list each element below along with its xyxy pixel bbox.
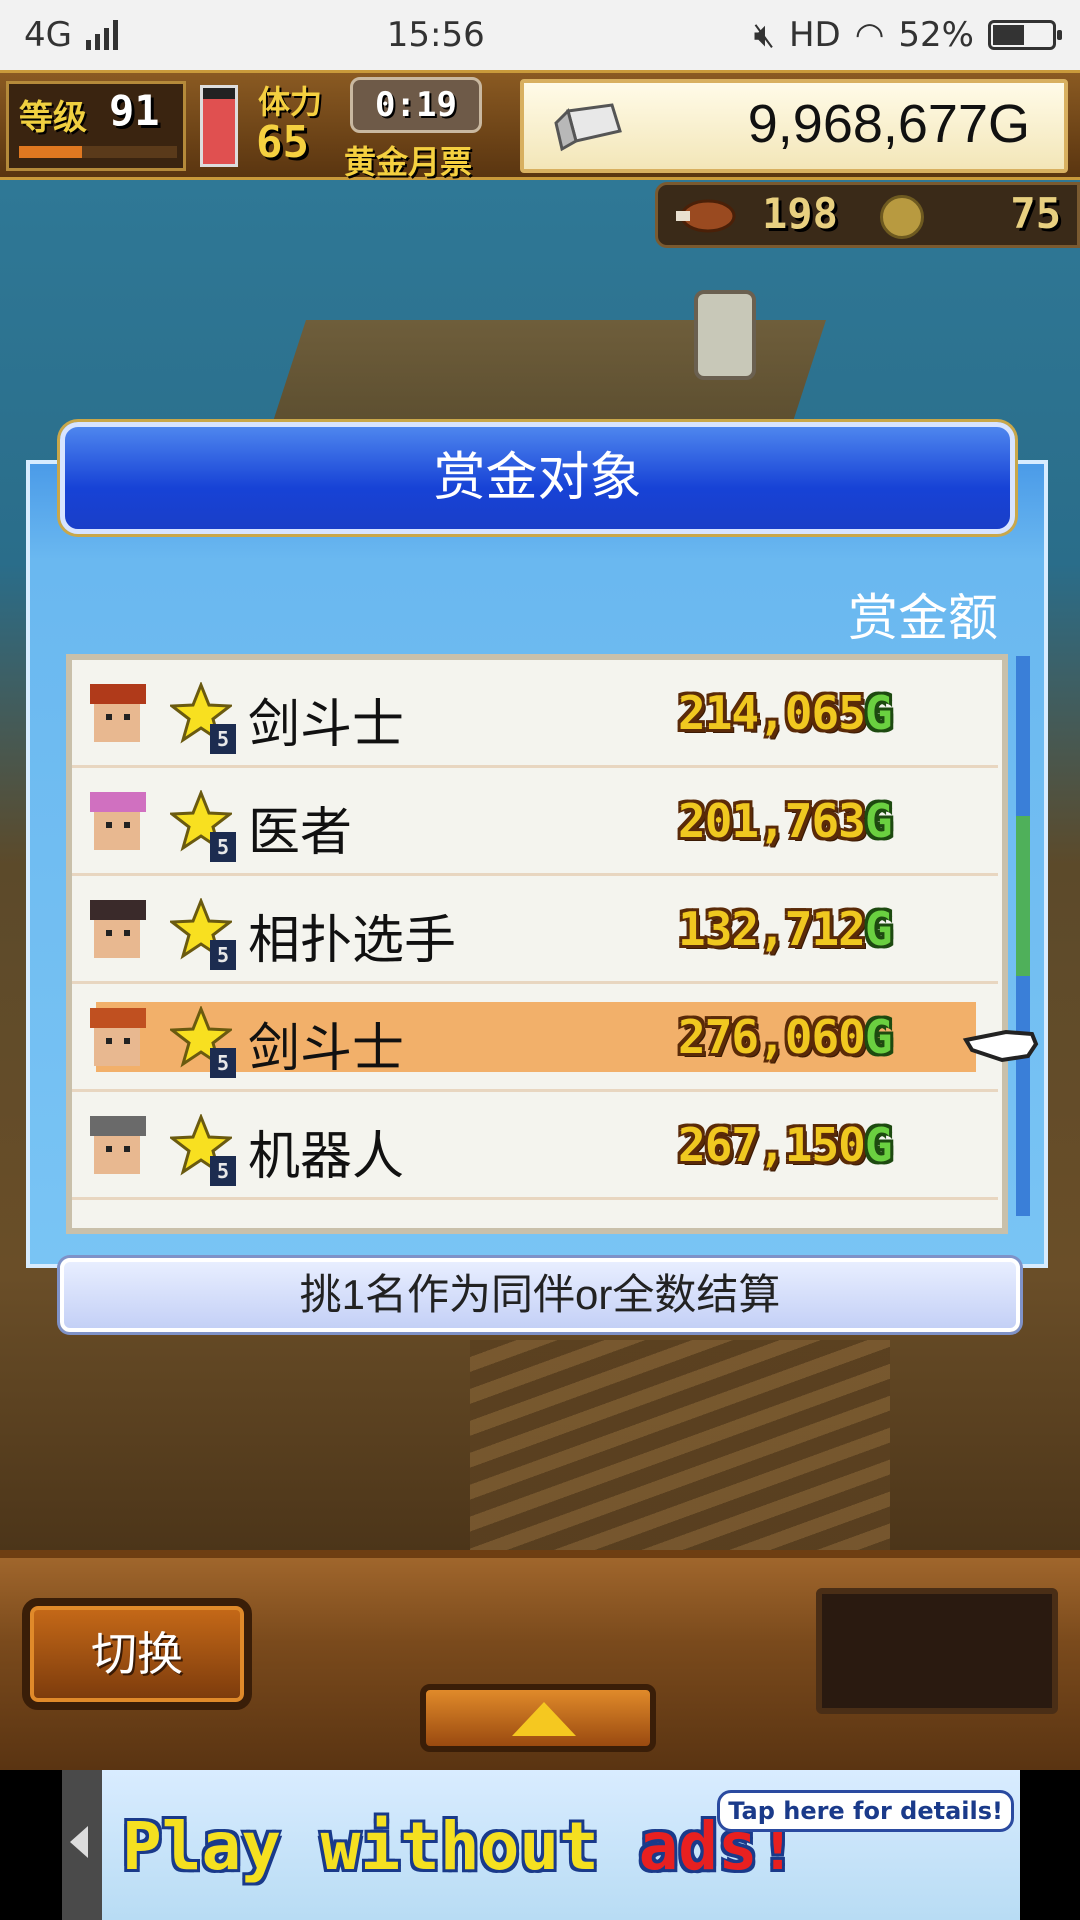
bounty-unit: G	[864, 902, 893, 956]
level-value: 91	[109, 86, 160, 135]
battery-percent: 52%	[898, 15, 974, 55]
ad-back-arrow-icon[interactable]	[70, 1826, 88, 1858]
instruction-text: 挑1名作为同伴or全数结算	[299, 1271, 781, 1318]
resource-bar: 198 75	[655, 182, 1080, 248]
character-avatar	[90, 684, 146, 742]
top-hud: 等级 91 体力 65 0:19 黄金月票 9,968,677G	[0, 70, 1080, 183]
battery-icon	[987, 20, 1062, 50]
bounty-unit: G	[864, 1010, 893, 1064]
character-avatar	[90, 792, 146, 850]
bounty-column-header: 赏金额	[848, 590, 998, 646]
bounty-value: 267,150	[678, 1118, 866, 1172]
bounty-row[interactable]: 5 剑斗士 214,065G	[72, 660, 998, 768]
clock: 15:56	[386, 15, 485, 55]
level-progress-bar	[19, 146, 177, 158]
rank-badge: 5	[210, 940, 236, 970]
wifi-icon: ◠	[854, 15, 885, 55]
gold-display: 9,968,677G	[520, 79, 1068, 173]
ad-details-bubble[interactable]: Tap here for details!	[717, 1790, 1014, 1832]
bounty-row[interactable]: 5 相扑选手 132,712G	[72, 876, 998, 984]
signal-icon	[85, 20, 118, 50]
meat-icon	[676, 199, 736, 233]
bounty-value: 214,065	[678, 686, 866, 740]
bottom-panel: 切换	[0, 1550, 1080, 1770]
mute-icon: 🔇︎	[753, 15, 775, 55]
bounty-amount: 132,712G	[678, 902, 893, 956]
ad-headline: Play without ads!	[122, 1808, 798, 1885]
rank-badge: 5	[210, 724, 236, 754]
gold-pass-button[interactable]: 黄金月票	[344, 137, 472, 183]
gold-bar-icon	[554, 103, 622, 152]
bounty-row[interactable]: 5 医者 201,763G	[72, 768, 998, 876]
switch-button[interactable]: 切换	[22, 1598, 252, 1710]
empty-slot	[816, 1588, 1058, 1714]
bounty-value: 132,712	[678, 902, 866, 956]
character-avatar	[90, 1008, 146, 1066]
dialog-header: 赏金对象	[60, 422, 1015, 534]
bounty-amount: 267,150G	[678, 1118, 893, 1172]
character-name: 剑斗士	[248, 696, 405, 754]
bounty-amount: 214,065G	[678, 686, 893, 740]
expand-up-button[interactable]	[420, 1684, 656, 1752]
character-avatar	[90, 900, 146, 958]
hd-label: HD	[788, 15, 841, 55]
rank-badge: 5	[210, 832, 236, 862]
ad-area: Play without ads! Tap here for details!	[0, 1770, 1080, 1920]
character-name: 剑斗士	[248, 1020, 405, 1078]
stamina-value: 65	[256, 117, 309, 168]
bounty-value: 276,060	[678, 1010, 866, 1064]
ad-banner[interactable]: Play without ads! Tap here for details!	[62, 1770, 1020, 1920]
bounty-amount: 201,763G	[678, 794, 893, 848]
status-left: 4G	[24, 15, 118, 55]
ad-headline-main: Play without	[122, 1808, 639, 1885]
scrollbar[interactable]	[1016, 656, 1030, 1216]
character-name: 医者	[248, 804, 353, 862]
bounty-unit: G	[864, 1118, 893, 1172]
stamina-meter	[200, 85, 238, 167]
meat-amount: 198	[762, 189, 838, 238]
scrollbar-thumb[interactable]	[1016, 816, 1030, 976]
network-type: 4G	[24, 15, 72, 55]
up-arrow-icon	[512, 1702, 576, 1736]
gold-amount: 9,968,677G	[747, 94, 1030, 154]
status-right: 🔇︎ HD ◠ 52%	[753, 15, 1062, 55]
medal-amount: 75	[1010, 189, 1061, 238]
bounty-unit: G	[864, 794, 893, 848]
character-name: 相扑选手	[248, 912, 457, 970]
stamina-timer: 0:19	[350, 77, 482, 133]
medal-icon	[880, 195, 924, 239]
level-label: 等级	[19, 98, 87, 138]
bounty-amount: 276,060G	[678, 1010, 893, 1064]
level-box: 等级 91	[6, 81, 186, 171]
rank-badge: 5	[210, 1156, 236, 1186]
rank-badge: 5	[210, 1048, 236, 1078]
character-name: 机器人	[248, 1128, 405, 1186]
bounty-row[interactable]: 5 剑斗士 276,060G	[72, 984, 998, 1092]
status-bar: 4G 15:56 🔇︎ HD ◠ 52%	[0, 0, 1080, 70]
bounty-unit: G	[864, 686, 893, 740]
dialog-title: 赏金对象	[433, 449, 642, 507]
instruction-bar: 挑1名作为同伴or全数结算	[60, 1258, 1020, 1332]
bounty-value: 201,763	[678, 794, 866, 848]
lamp	[694, 290, 756, 380]
hand-pointer-icon	[962, 1029, 1039, 1063]
bounty-row[interactable]: 5 机器人 267,150G	[72, 1092, 998, 1200]
character-avatar	[90, 1116, 146, 1174]
